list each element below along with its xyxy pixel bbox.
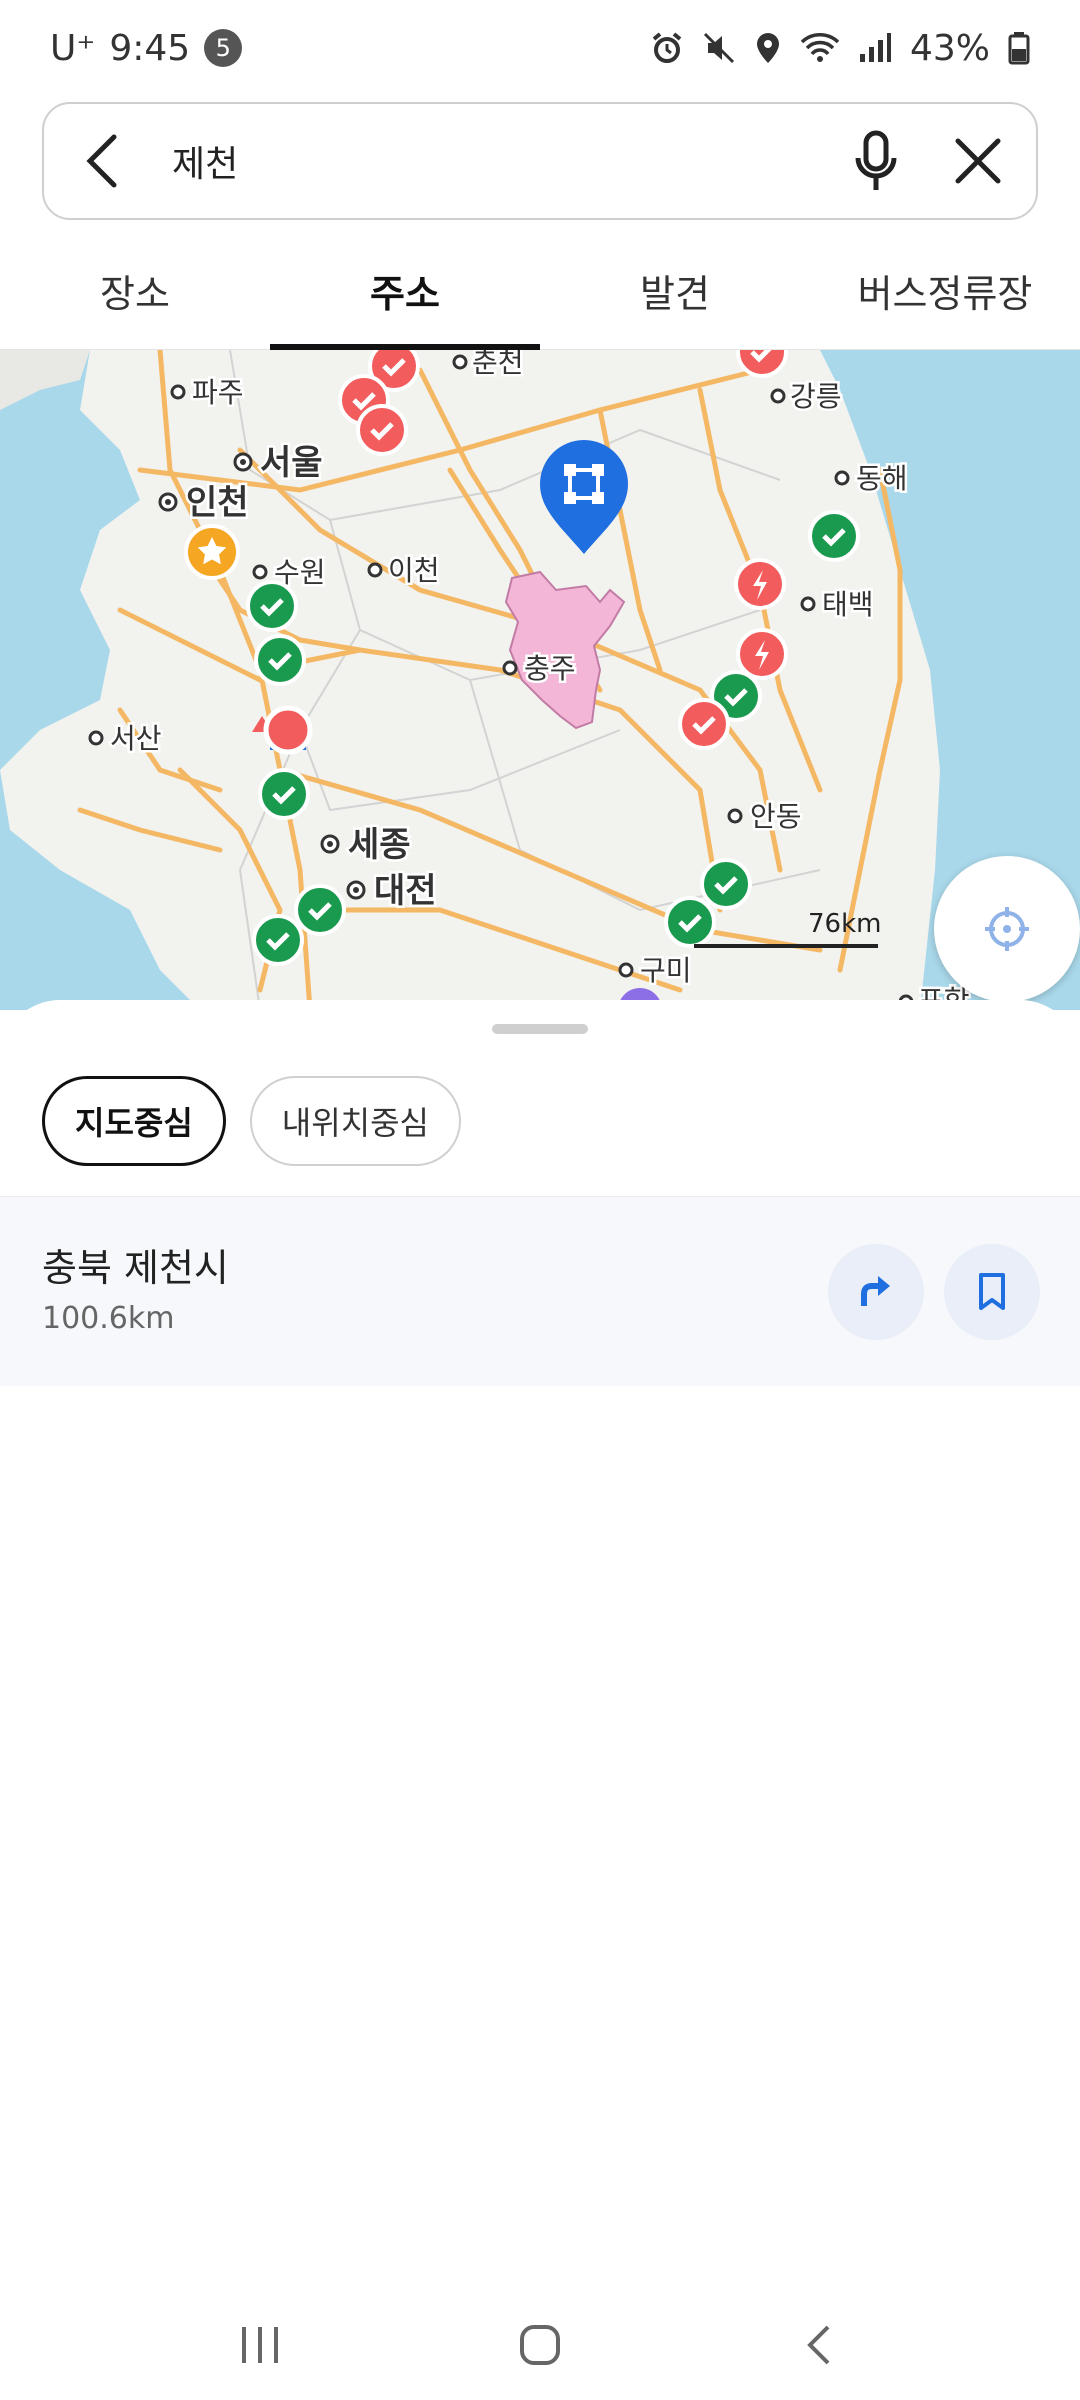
alarm-icon <box>652 32 682 63</box>
check-marker <box>664 896 716 948</box>
label-taebaek: 태백 <box>822 588 874 621</box>
category-tabs: 장소 주소 발견 버스정류장 <box>0 232 1080 350</box>
map-canvas[interactable]: 파주 춘천 강릉 서울 동해 인천 수원 이천 태백 충주 서산 안동 세종 대… <box>0 350 1080 1010</box>
check-marker <box>252 914 304 966</box>
label-gumi: 구미 <box>640 954 692 987</box>
tab-bus-stop[interactable]: 버스정류장 <box>810 232 1080 349</box>
tab-places[interactable]: 장소 <box>0 232 270 349</box>
location-icon <box>756 33 779 63</box>
chip-map-center[interactable]: 지도중심 <box>42 1076 226 1166</box>
search-bar[interactable]: 제천 <box>42 102 1038 220</box>
check-marker <box>254 634 306 686</box>
microphone-icon[interactable] <box>854 130 898 192</box>
scale-label: 76km <box>808 909 881 939</box>
charging-marker <box>736 628 788 680</box>
chip-my-location[interactable]: 내위치중심 <box>249 1076 461 1166</box>
label-paju: 파주 <box>192 376 244 409</box>
label-chuncheon: 춘천 <box>472 350 524 379</box>
battery-icon <box>1008 32 1030 65</box>
label-andong: 안동 <box>750 800 802 833</box>
back-arrow-icon <box>86 134 117 188</box>
tab-discover[interactable]: 발견 <box>540 232 810 349</box>
back-nav-icon[interactable] <box>798 2323 842 2367</box>
label-sejong: 세종 <box>348 825 411 865</box>
home-icon[interactable] <box>518 2323 562 2367</box>
signal-icon <box>859 33 891 62</box>
label-icheon: 이천 <box>388 554 440 587</box>
label-gangneung: 강릉 <box>790 380 842 413</box>
bookmark-icon <box>979 1273 1005 1310</box>
system-nav-bar <box>0 2290 1080 2400</box>
red-check-marker <box>356 404 408 456</box>
check-marker <box>808 510 860 562</box>
status-left: U⁺ 9:45 5 <box>50 27 243 69</box>
charging-marker <box>734 558 786 610</box>
status-right: 43% <box>650 28 1030 69</box>
star-marker <box>184 524 240 580</box>
results-sheet: 지도중심 내위치중심 충북 제천시 100.6km <box>0 1000 1080 2400</box>
back-button[interactable] <box>84 131 134 191</box>
directions-arrow-icon <box>861 1276 890 1306</box>
mute-icon <box>703 32 735 64</box>
label-incheon: 인천 <box>186 483 249 523</box>
result-distance: 100.6km <box>42 1301 175 1336</box>
label-daejeon: 대전 <box>374 871 437 911</box>
sort-chips: 지도중심 내위치중심 <box>42 1076 461 1166</box>
label-chungju: 충주 <box>524 652 576 685</box>
red-check-marker <box>678 698 730 750</box>
wifi-icon <box>800 33 840 62</box>
label-seoul: 서울 <box>260 443 323 483</box>
close-icon[interactable] <box>954 137 1002 185</box>
battery-percent: 43% <box>909 27 990 69</box>
label-seosan: 서산 <box>110 722 162 755</box>
status-bar: U⁺ 9:45 5 43% <box>0 0 1080 96</box>
bookmark-button[interactable] <box>944 1244 1040 1340</box>
clock: 9:45 <box>109 27 191 69</box>
my-location-button[interactable] <box>934 856 1080 1002</box>
result-item[interactable]: 충북 제천시 100.6km <box>0 1196 1080 1386</box>
search-input[interactable]: 제천 <box>172 135 854 187</box>
carrier-label: U⁺ <box>50 27 96 69</box>
crosshair-icon <box>985 907 1029 951</box>
sheet-drag-handle[interactable] <box>492 1024 588 1034</box>
recent-apps-icon[interactable] <box>238 2323 282 2367</box>
check-marker <box>246 580 298 632</box>
check-marker <box>294 884 346 936</box>
check-marker <box>258 768 310 820</box>
check-marker <box>700 858 752 910</box>
result-name: 충북 제천시 <box>42 1246 229 1290</box>
directions-button[interactable] <box>828 1244 924 1340</box>
north-land <box>0 350 90 410</box>
label-donghae: 동해 <box>856 462 908 495</box>
tab-address[interactable]: 주소 <box>270 232 540 350</box>
notification-count-badge: 5 <box>204 29 243 67</box>
map-view[interactable]: 파주 춘천 강릉 서울 동해 인천 수원 이천 태백 충주 서산 안동 세종 대… <box>0 350 1080 1010</box>
